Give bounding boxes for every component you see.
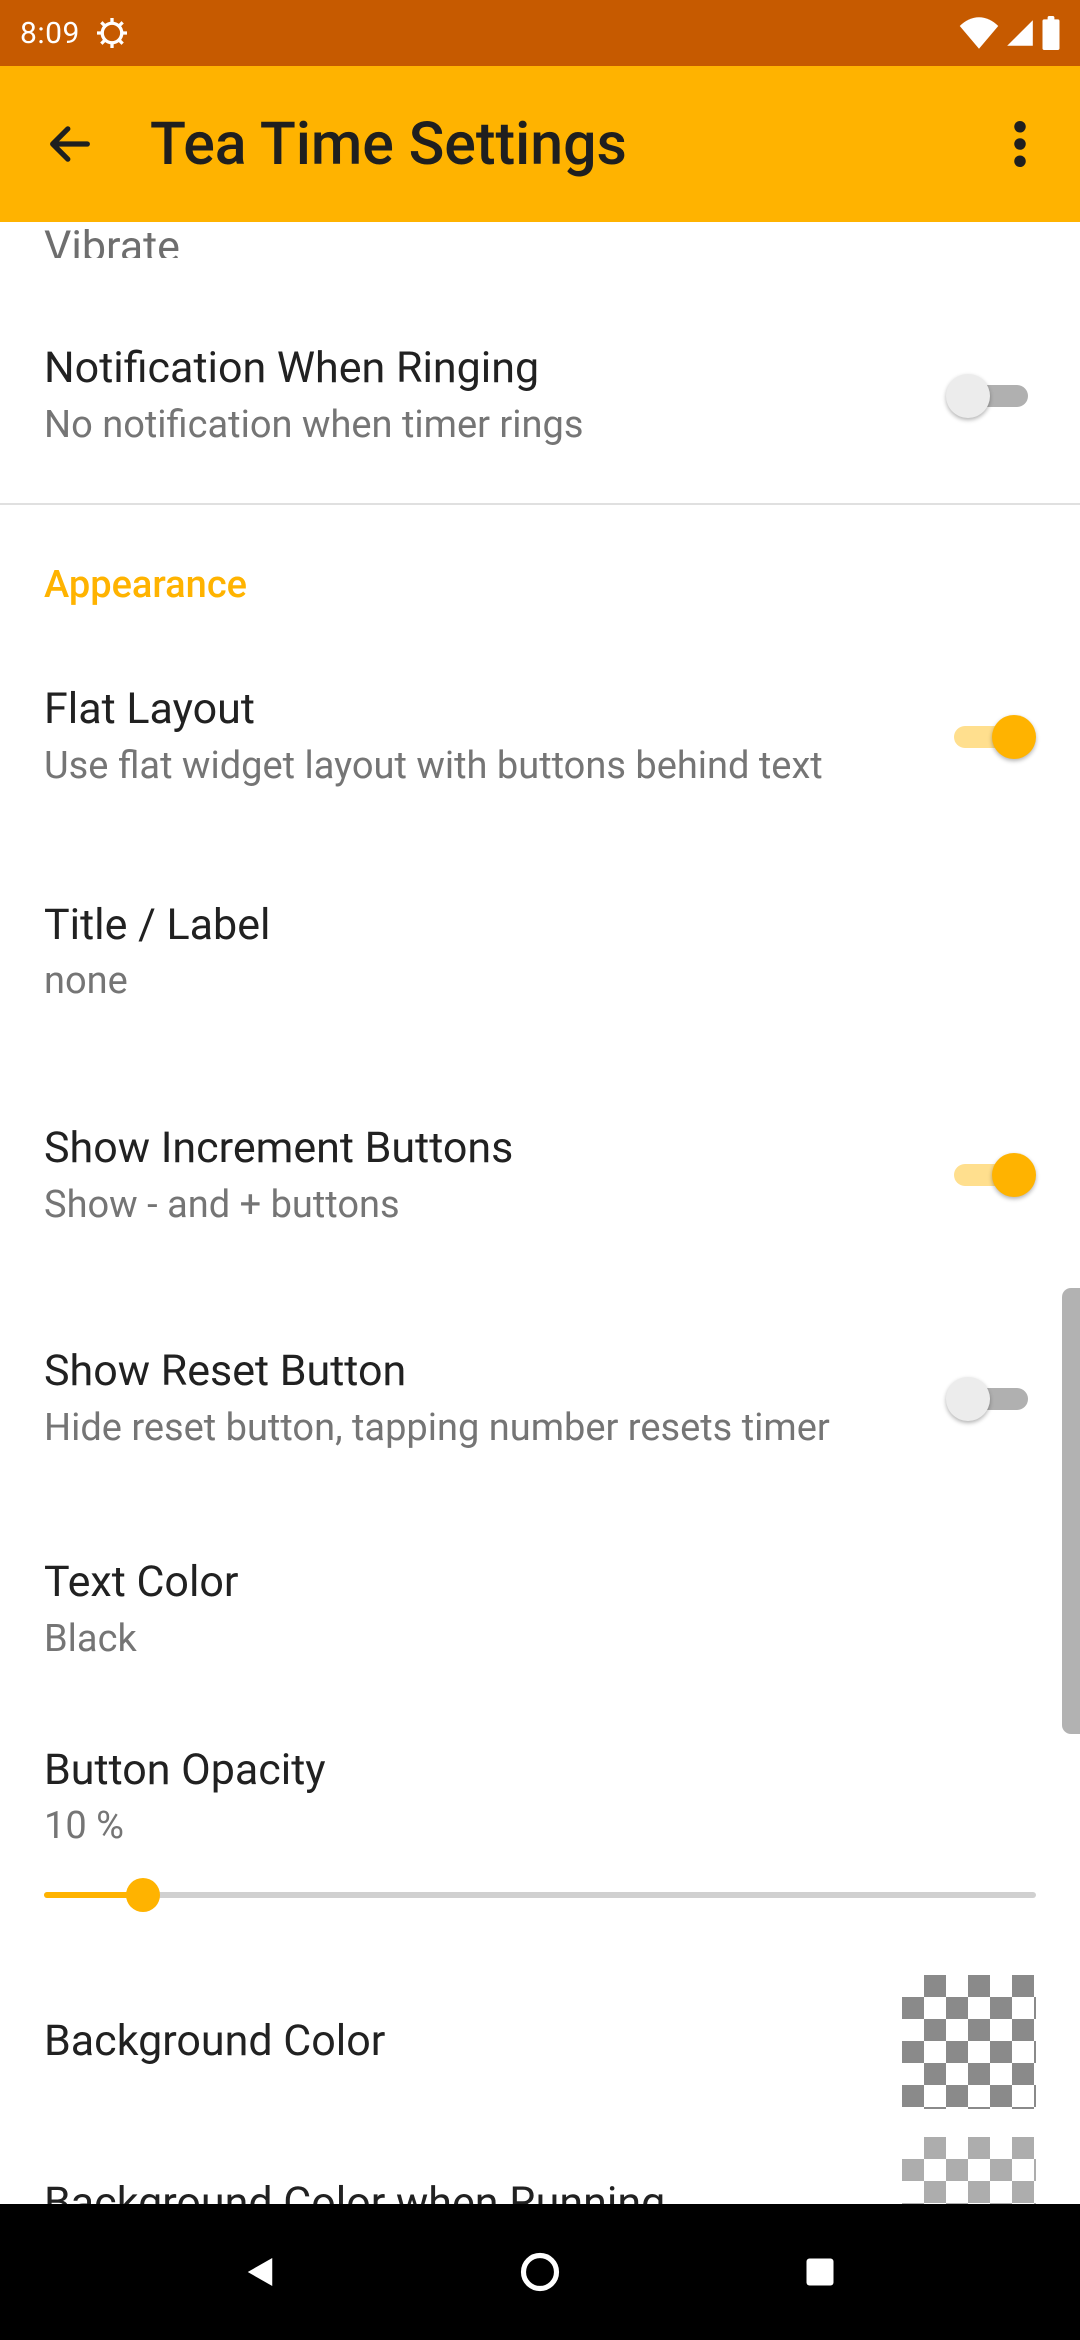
setting-background-color[interactable]: Background Color [0,1951,1080,2123]
setting-text: Show Reset Button Hide reset button, tap… [44,1345,946,1452]
setting-title: Button Opacity [44,1744,1036,1798]
scroll-indicator[interactable] [1062,1288,1080,1734]
arrow-back-icon [44,118,96,170]
setting-title: Title / Label [44,899,1036,953]
setting-subtitle: Use flat widget layout with buttons behi… [44,743,946,791]
app-bar: Tea Time Settings [0,66,1080,222]
setting-title: Show Reset Button [44,1345,946,1399]
opacity-slider[interactable] [44,1875,1036,1915]
section-header-appearance: Appearance [0,505,1080,625]
battery-icon [1040,16,1062,50]
navigation-bar [0,2204,1080,2340]
setting-text: Flat Layout Use flat widget layout with … [44,683,946,790]
gear-bug-icon [94,15,130,51]
setting-subtitle: 10 % [44,1803,1036,1851]
toggle-increment-buttons[interactable] [946,1150,1036,1200]
nav-home-button[interactable] [500,2232,580,2312]
nav-back-icon [239,2251,281,2293]
setting-subtitle: Show - and + buttons [44,1182,946,1230]
more-vert-icon [1014,121,1026,167]
status-right [958,16,1062,50]
back-button[interactable] [20,94,120,194]
signal-icon [1004,17,1036,49]
slider-thumb[interactable] [126,1878,160,1912]
status-left: 8:09 [20,15,130,51]
settings-content[interactable]: Vibrate Notification When Ringing No not… [0,222,1080,2204]
setting-title: Flat Layout [44,683,946,737]
slider-row-opacity [0,1851,1080,1951]
nav-home-icon [518,2250,562,2294]
setting-subtitle: No notification when timer rings [44,402,946,450]
setting-text: Title / Label none [44,899,1036,1006]
setting-text: Text Color Black [44,1556,1036,1663]
status-time: 8:09 [20,16,80,51]
wifi-icon [958,17,1000,49]
nav-back-button[interactable] [220,2232,300,2312]
setting-show-reset-button[interactable]: Show Reset Button Hide reset button, tap… [0,1287,1080,1510]
nav-recents-icon [802,2254,838,2290]
setting-vibrate-partial[interactable]: Vibrate [0,222,1080,258]
setting-title-label[interactable]: Title / Label none [0,841,1080,1064]
setting-title: Background Color when Running [44,2177,902,2204]
setting-button-opacity[interactable]: Button Opacity 10 % [0,1708,1080,1851]
toggle-reset-button[interactable] [946,1374,1036,1424]
toggle-notification[interactable] [946,371,1036,421]
overflow-menu-button[interactable] [980,94,1060,194]
setting-text-color[interactable]: Text Color Black [0,1510,1080,1707]
setting-show-increment-buttons[interactable]: Show Increment Buttons Show - and + butt… [0,1064,1080,1287]
setting-subtitle: Vibrate [44,222,180,258]
slider-track [44,1892,1036,1898]
setting-title: Text Color [44,1556,1036,1610]
setting-text: Button Opacity 10 % [44,1744,1036,1851]
toggle-flat-layout[interactable] [946,712,1036,762]
setting-flat-layout[interactable]: Flat Layout Use flat widget layout with … [0,625,1080,840]
color-swatch-transparent [902,2137,1036,2204]
setting-subtitle: none [44,958,1036,1006]
setting-subtitle: Hide reset button, tapping number resets… [44,1405,946,1453]
setting-text: Show Increment Buttons Show - and + butt… [44,1122,946,1229]
setting-title: Show Increment Buttons [44,1122,946,1176]
color-swatch-transparent [902,1975,1036,2109]
setting-title: Notification When Ringing [44,342,946,396]
page-title: Tea Time Settings [150,110,980,179]
setting-text: Notification When Ringing No notificatio… [44,342,946,449]
setting-notification-when-ringing[interactable]: Notification When Ringing No notificatio… [0,258,1080,503]
nav-recents-button[interactable] [780,2232,860,2312]
setting-subtitle: Black [44,1616,1036,1664]
setting-background-color-running[interactable]: Background Color when Running [0,2123,1080,2204]
setting-title: Background Color [44,2015,902,2069]
status-bar: 8:09 [0,0,1080,66]
